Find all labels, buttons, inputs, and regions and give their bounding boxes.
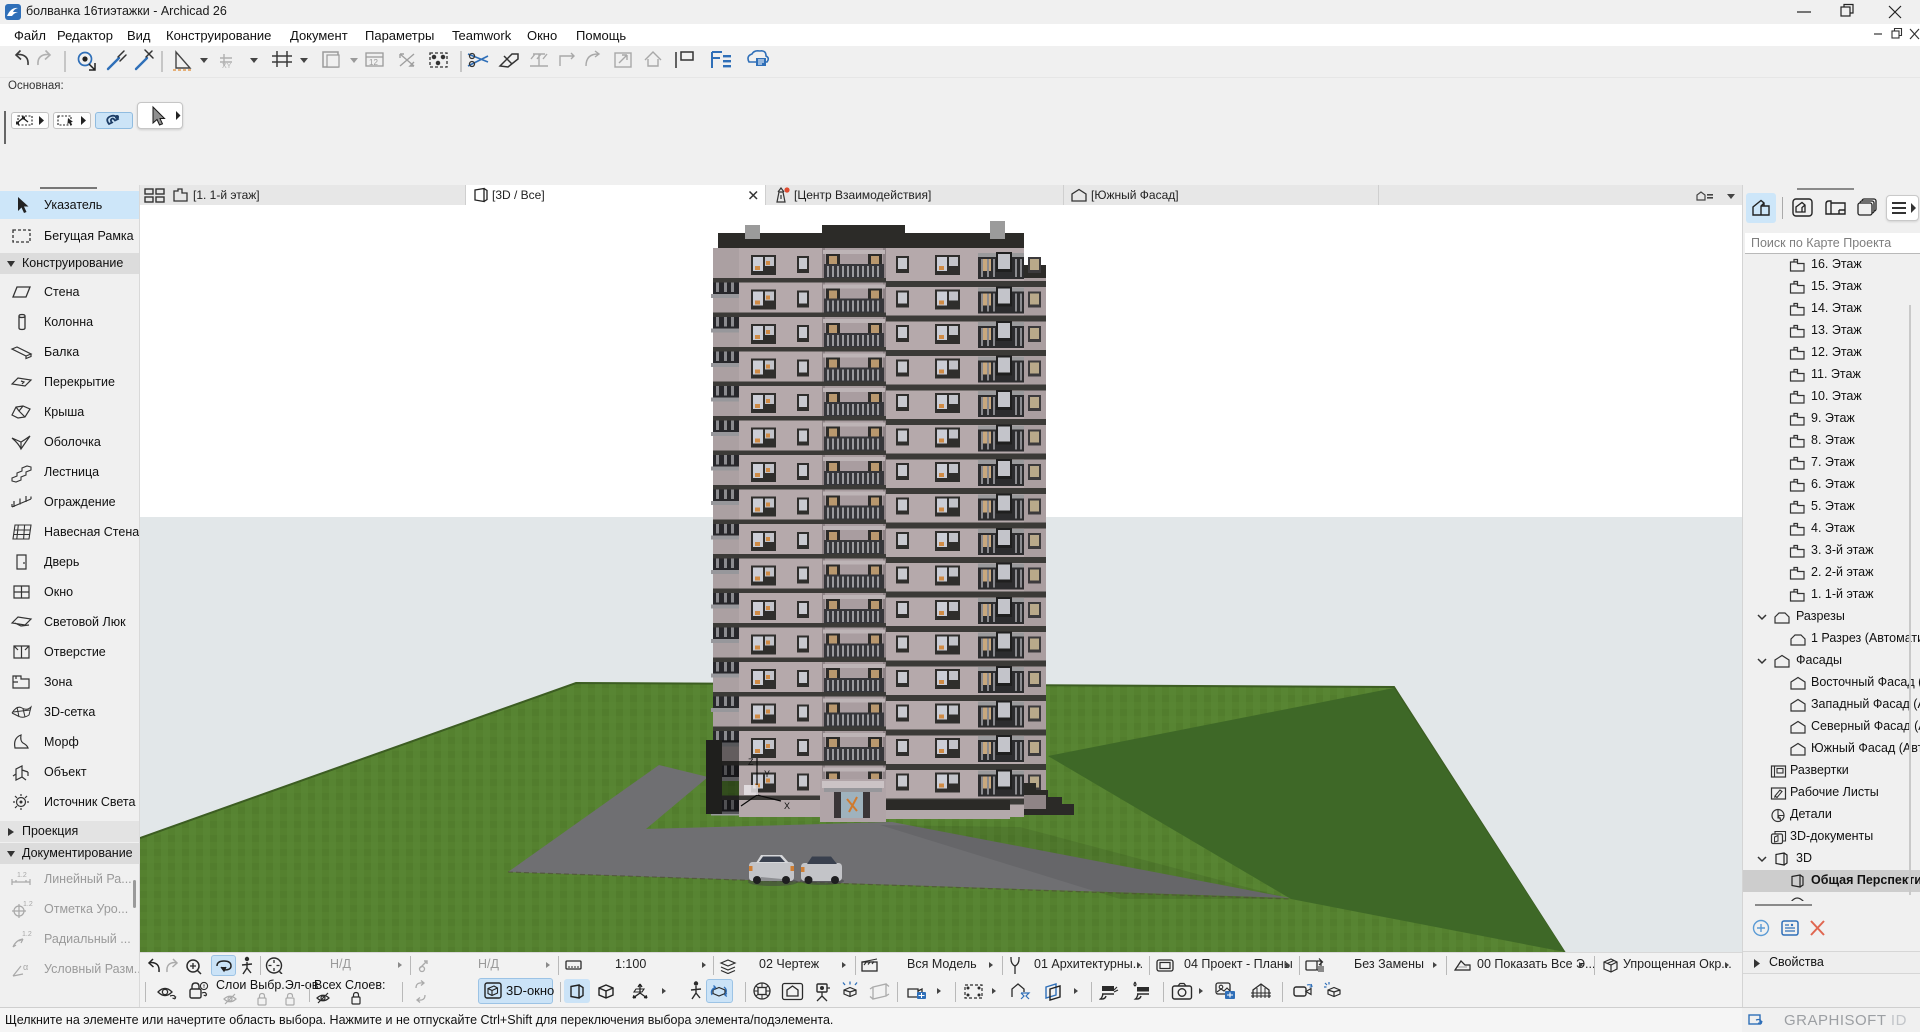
- svg-text:12: 12: [369, 58, 378, 67]
- svg-text:1.2: 1.2: [22, 931, 32, 938]
- svg-text:Z: Z: [748, 757, 754, 767]
- svg-text:Y: Y: [764, 769, 770, 779]
- svg-text:α: α: [23, 962, 28, 972]
- svg-text:1.2: 1.2: [23, 901, 33, 908]
- svg-text:1.2: 1.2: [17, 872, 27, 879]
- svg-text:X: X: [784, 801, 790, 811]
- svg-text:XY: XY: [222, 63, 232, 70]
